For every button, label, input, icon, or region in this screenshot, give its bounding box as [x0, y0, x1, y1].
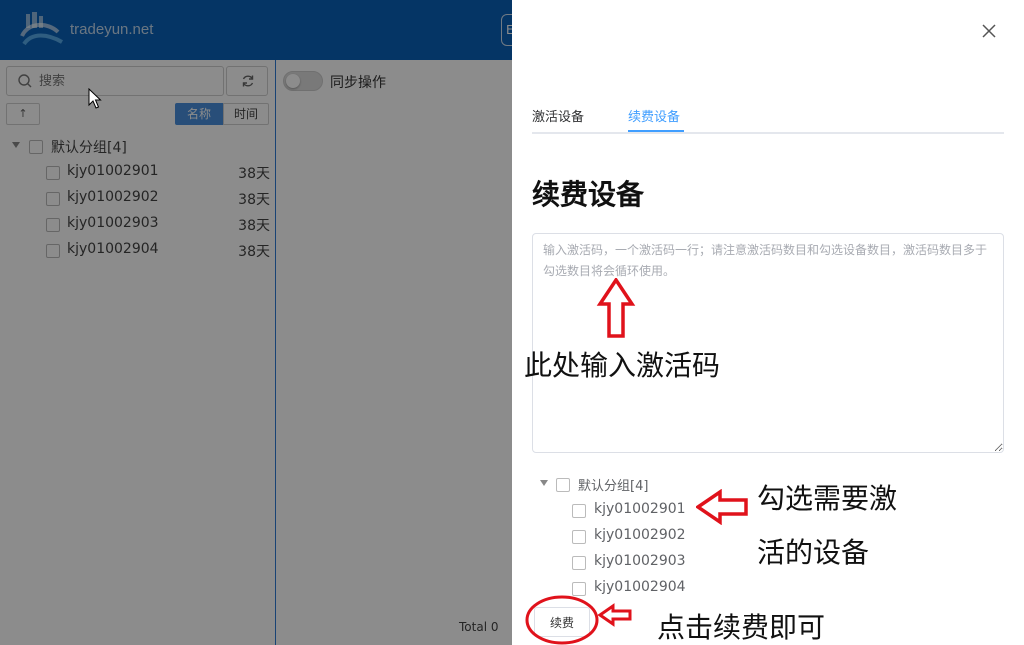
- modal-overlay[interactable]: [0, 0, 512, 645]
- caret-down-icon[interactable]: [540, 480, 548, 486]
- tab-activate-device[interactable]: 激活设备: [532, 106, 584, 125]
- device-name: kjy01002903: [594, 553, 686, 569]
- device-checkbox[interactable]: [572, 504, 586, 518]
- annotation-select-hint-line1: 勾选需要激: [757, 482, 898, 515]
- section-title: 续费设备: [532, 178, 645, 211]
- annotation-select-hint-line2: 活的设备: [757, 536, 870, 569]
- small-left-arrow-annotation-icon: [598, 603, 632, 627]
- annotation-select-hint: 勾选需要激 活的设备: [757, 472, 957, 580]
- tab-renew-device[interactable]: 续费设备: [628, 106, 680, 125]
- activation-code-input[interactable]: [532, 233, 1004, 453]
- circle-highlight-annotation-icon: [525, 595, 599, 645]
- annotation-input-hint: 此处输入激活码: [524, 349, 721, 382]
- drawer-tabs: 激活设备 续费设备: [532, 100, 1004, 134]
- group-checkbox[interactable]: [556, 478, 570, 492]
- annotation-click-hint: 点击续费即可: [657, 611, 826, 644]
- up-arrow-annotation-icon: [596, 278, 636, 338]
- device-name: kjy01002902: [594, 527, 686, 543]
- mouse-cursor-icon: [88, 88, 102, 109]
- left-arrow-annotation-icon: [696, 489, 748, 525]
- device-checkbox[interactable]: [572, 556, 586, 570]
- active-tab-indicator: [628, 130, 684, 132]
- device-checkbox[interactable]: [572, 530, 586, 544]
- group-label: 默认分组[4]: [578, 479, 649, 494]
- device-name: kjy01002904: [594, 579, 686, 595]
- close-icon[interactable]: [979, 21, 999, 41]
- device-name: kjy01002901: [594, 501, 686, 517]
